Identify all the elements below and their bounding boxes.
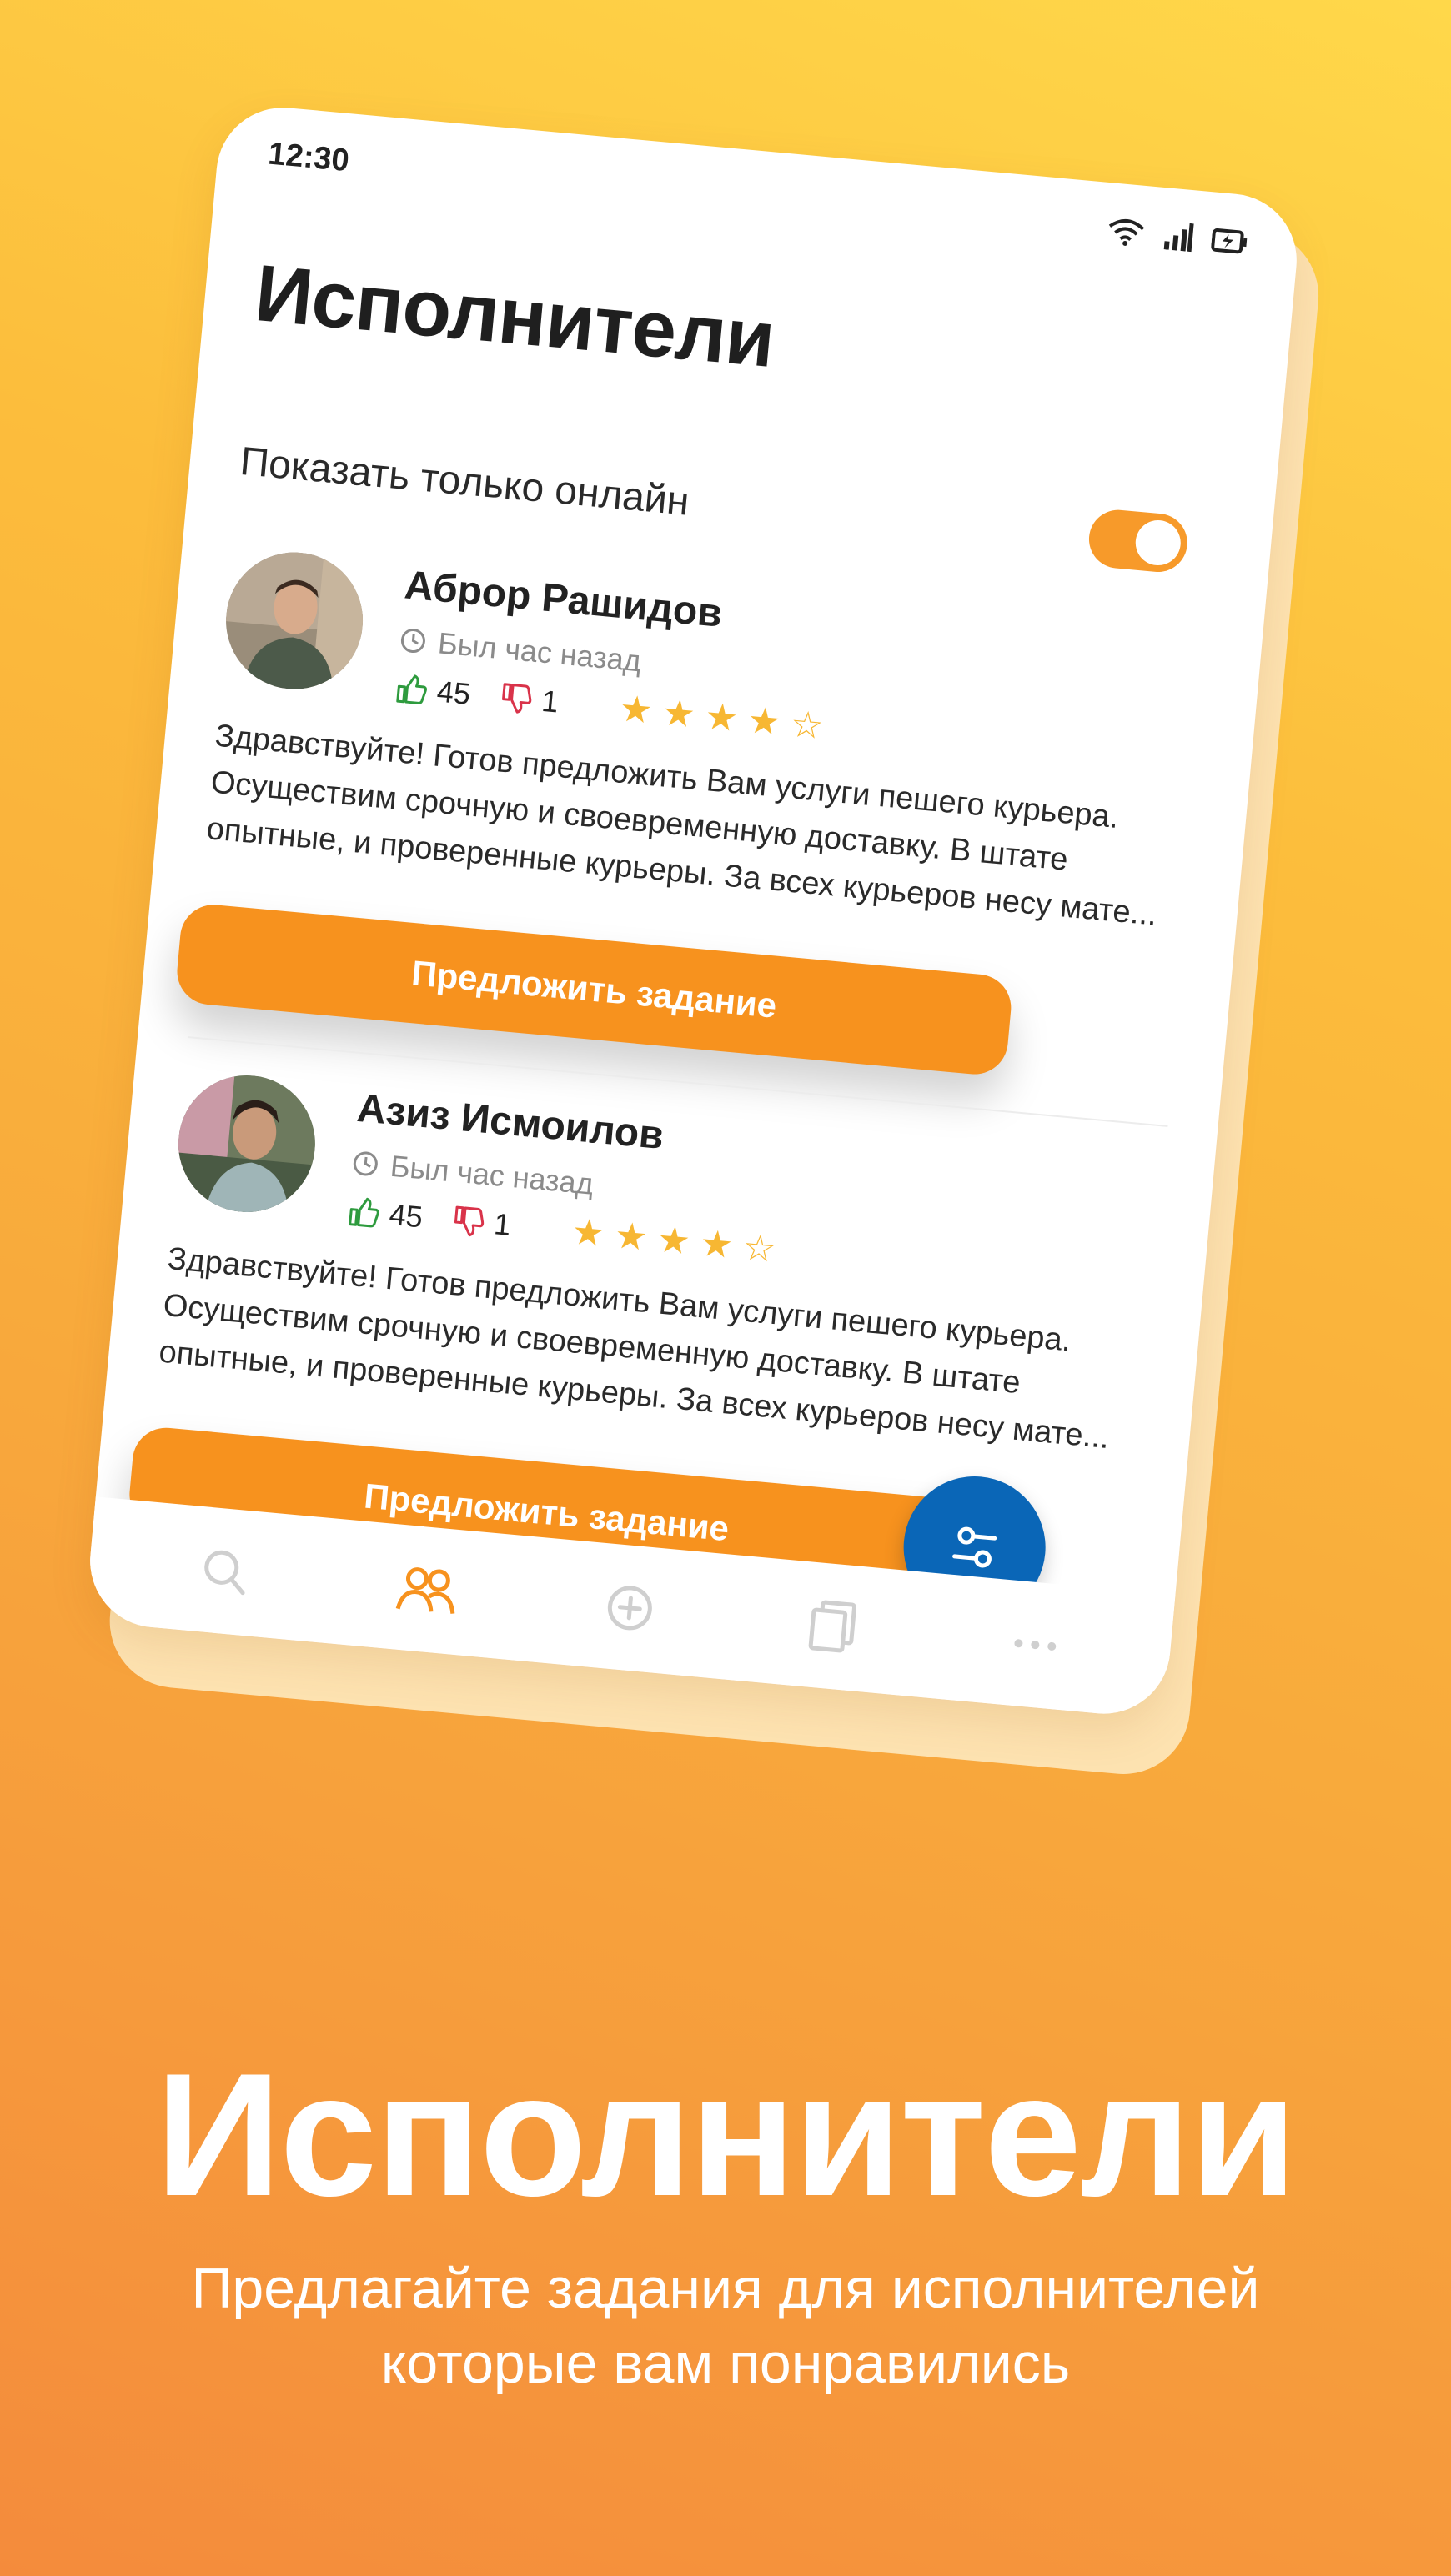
last-seen-text: Был час назад: [389, 1148, 595, 1201]
more-icon: [1014, 1639, 1057, 1651]
promo-headline: Исполнители: [155, 2037, 1297, 2233]
clock-icon: [353, 1151, 378, 1176]
last-seen: Был час назад: [399, 622, 643, 679]
status-icons: [1106, 216, 1249, 257]
promo-subline-line-2: которые вам понравились: [380, 2332, 1071, 2395]
likes-count: 45: [435, 674, 472, 711]
executor-description: Здравствуйте! Готов предложить Вам услуг…: [205, 718, 1159, 933]
search-icon: [204, 1550, 245, 1596]
dislikes: 1: [499, 679, 560, 719]
executor-description: Здравствуйте! Готов предложить Вам услуг…: [157, 1241, 1111, 1456]
avatar-image: [219, 546, 369, 695]
last-seen-text: Был час назад: [436, 625, 643, 679]
star-filled-icon: ★: [655, 1219, 692, 1263]
rating-stars: ★ ★ ★ ★ ☆: [617, 688, 826, 748]
avatar[interactable]: [172, 1069, 322, 1219]
avatar-image: [172, 1069, 322, 1219]
rating-stars: ★ ★ ★ ★ ☆: [570, 1210, 778, 1270]
add-circle-icon: [607, 1586, 652, 1631]
last-seen: Был час назад: [351, 1145, 595, 1202]
status-time: 12:30: [266, 136, 351, 179]
star-filled-icon: ★: [703, 695, 741, 740]
executor-name[interactable]: Аброр Рашидов: [403, 562, 724, 636]
phone-screen: 12:30 Исполнители Показать только онлайн: [84, 102, 1303, 1720]
nav-more[interactable]: [999, 1609, 1072, 1681]
star-empty-icon: ☆: [741, 1226, 778, 1270]
wifi-icon: [1108, 219, 1145, 246]
users-icon: [395, 1567, 455, 1614]
promo-subline: Предлагайте задания для исполнителей кот…: [0, 2251, 1451, 2401]
likes: 45: [394, 670, 472, 712]
nav-tasks[interactable]: [796, 1591, 869, 1663]
signal-icon: [1163, 223, 1194, 253]
executor-name[interactable]: Азиз Исмоилов: [355, 1085, 665, 1159]
online-only-toggle[interactable]: [1086, 507, 1190, 575]
filter-icon: [952, 1526, 997, 1568]
thumbs-down-icon: [454, 1205, 485, 1237]
dislikes-count: 1: [492, 1206, 513, 1242]
nav-search[interactable]: [188, 1535, 261, 1607]
phone-mockup: 12:30 Исполнители Показать только онлайн: [83, 102, 1353, 1780]
promo-subline-line-1: Предлагайте задания для исполнителей: [191, 2257, 1260, 2320]
star-filled-icon: ★: [698, 1222, 736, 1267]
thumbs-up-icon: [349, 1197, 379, 1228]
online-only-label: Показать только онлайн: [238, 439, 691, 524]
thumbs-up-icon: [396, 674, 427, 704]
nav-create[interactable]: [594, 1571, 666, 1644]
documents-icon: [808, 1600, 857, 1653]
star-filled-icon: ★: [660, 692, 697, 736]
star-filled-icon: ★: [570, 1210, 607, 1255]
dislikes: 1: [451, 1203, 513, 1243]
likes-count: 45: [388, 1196, 424, 1235]
star-filled-icon: ★: [617, 688, 655, 732]
executor-card: Азиз Исмоилов Был час назад 45 1 ★ ★ ★ ★…: [126, 1049, 1217, 1601]
battery-icon: [1211, 228, 1248, 254]
page-title: Исполнители: [251, 248, 778, 385]
avatar[interactable]: [219, 546, 369, 695]
likes: 45: [346, 1193, 424, 1235]
clock-icon: [400, 629, 425, 654]
dislikes-count: 1: [540, 683, 560, 719]
nav-executors[interactable]: [391, 1553, 464, 1626]
thumbs-down-icon: [502, 683, 532, 714]
star-filled-icon: ★: [613, 1215, 650, 1259]
votes: 45 1: [394, 670, 560, 720]
star-empty-icon: ☆: [788, 704, 826, 748]
votes: 45 1: [346, 1193, 512, 1243]
star-filled-icon: ★: [746, 699, 783, 744]
offer-task-button[interactable]: Предложить задание: [174, 901, 1014, 1078]
divider: [188, 1036, 1168, 1127]
